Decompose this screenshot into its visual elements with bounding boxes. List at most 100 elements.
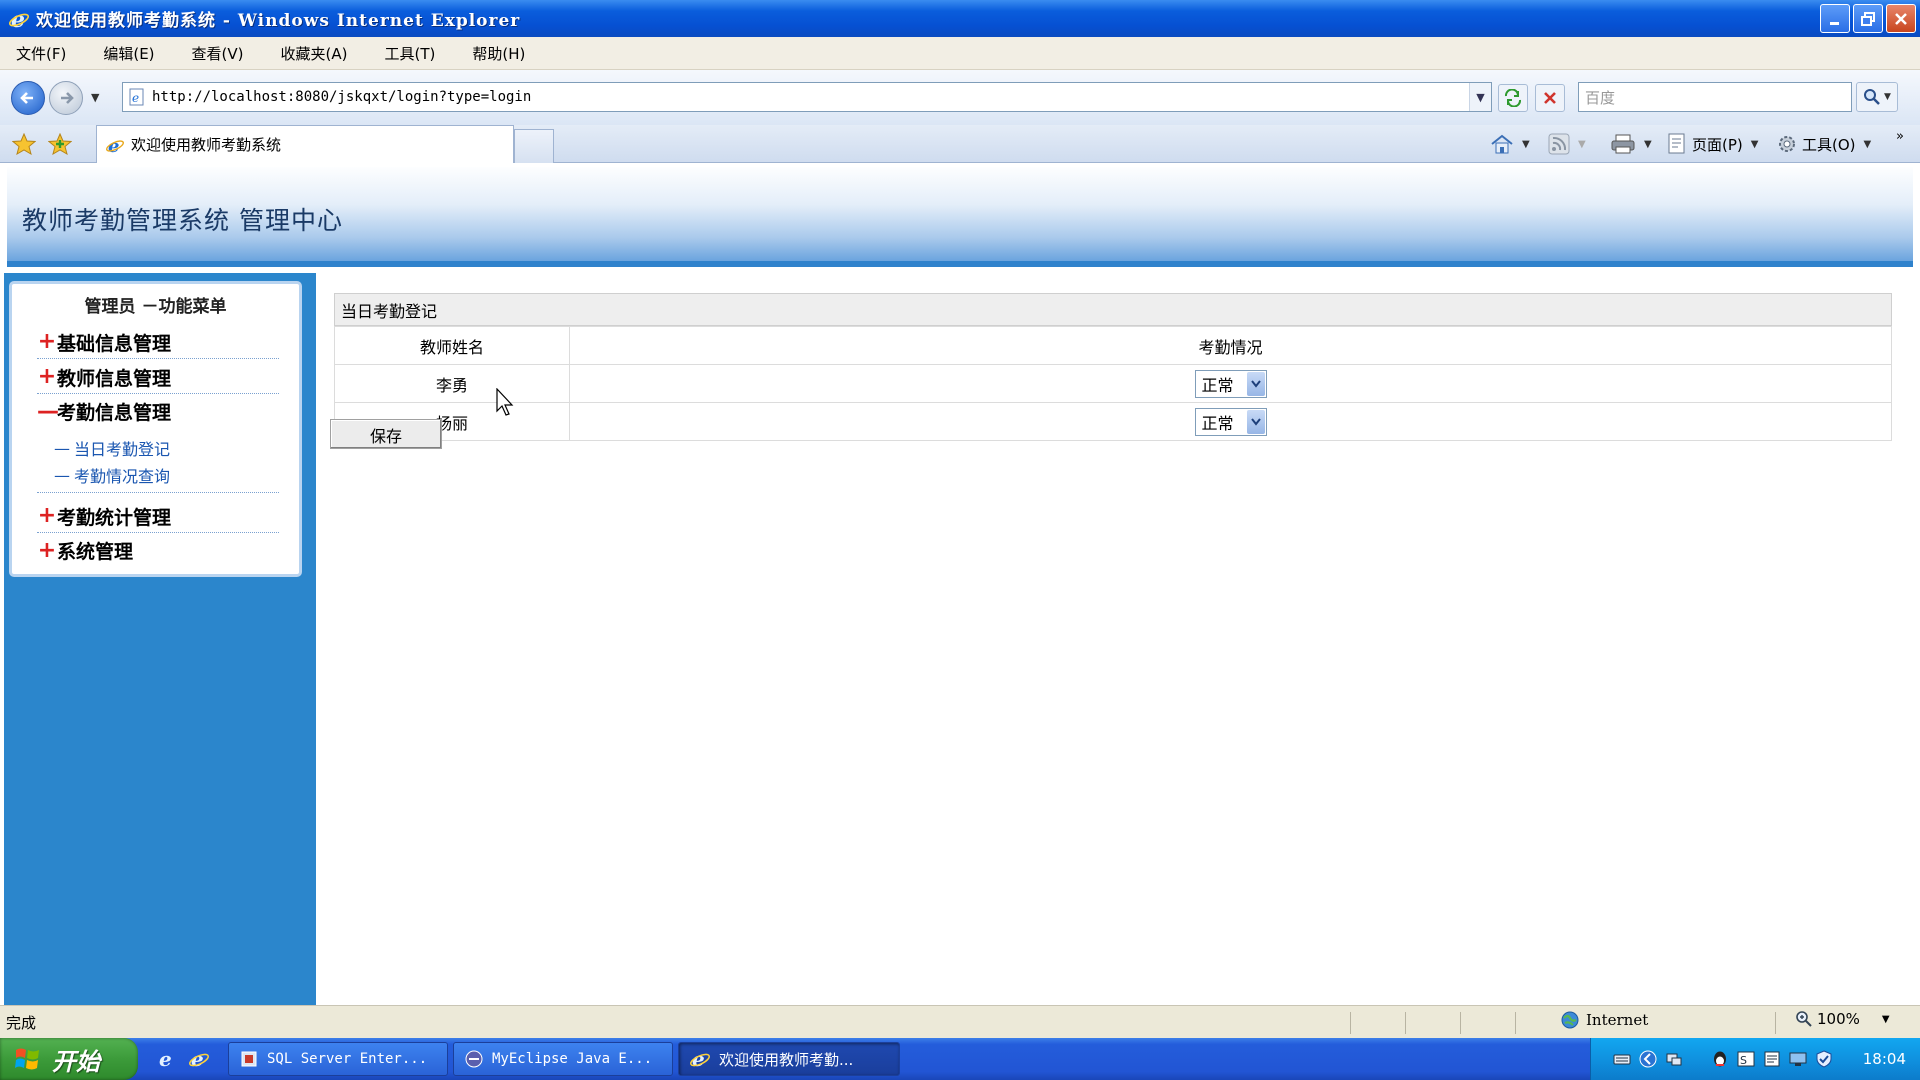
restore-icon xyxy=(1861,11,1875,26)
zone-label: Internet xyxy=(1586,1011,1649,1029)
menu-edit[interactable]: 编辑(E) xyxy=(97,41,160,66)
attendance-status-select[interactable]: 正常 xyxy=(1194,407,1267,436)
minimize-icon xyxy=(1830,21,1839,25)
select-value: 正常 xyxy=(1201,375,1234,395)
ie-page-icon: e xyxy=(106,136,124,155)
table-row: 杨丽 正常 xyxy=(334,402,1892,441)
tools-dropdown-icon[interactable]: ▼ xyxy=(1864,139,1872,150)
address-url[interactable]: http://localhost:8080/jskqxt/login?type=… xyxy=(152,89,531,105)
input-method-icon[interactable]: S xyxy=(1737,1050,1755,1068)
gear-icon xyxy=(1779,136,1795,152)
stop-button[interactable] xyxy=(1535,84,1565,112)
quicklaunch-ie-icon[interactable]: e xyxy=(156,1048,178,1070)
sub-item-dash: — xyxy=(54,465,70,485)
print-button[interactable]: ▼ xyxy=(1610,125,1652,163)
sub-item-dash: — xyxy=(54,438,70,458)
security-zone[interactable]: Internet xyxy=(1560,1010,1648,1030)
menu-file[interactable]: 文件(F) xyxy=(10,41,72,66)
search-dropdown-icon[interactable]: ▼ xyxy=(1884,92,1891,102)
window-titlebar[interactable]: e 欢迎使用教师考勤系统 - Windows Internet Explorer xyxy=(0,0,1920,37)
taskbar-item-ie-active[interactable]: e 欢迎使用教师考勤... xyxy=(678,1042,900,1076)
attendance-panel-title: 当日考勤登记 xyxy=(334,293,1892,326)
refresh-icon xyxy=(1505,89,1521,107)
restore-button[interactable] xyxy=(1853,4,1883,33)
expand-plus-icon: + xyxy=(37,537,57,563)
sidebar-item-daily-attendance[interactable]: — 当日考勤登记 xyxy=(54,436,170,460)
qq-penguin-icon[interactable] xyxy=(1711,1050,1729,1068)
page-menu-icon xyxy=(1668,133,1685,154)
globe-icon xyxy=(1561,1011,1579,1029)
feeds-button[interactable]: ▼ xyxy=(1548,125,1586,163)
menu-view[interactable]: 查看(V) xyxy=(186,41,250,66)
app-title: 教师考勤管理系统 管理中心 xyxy=(22,206,343,235)
quicklaunch-browser-icon[interactable]: e xyxy=(188,1048,210,1070)
menu-group-label: 系统管理 xyxy=(57,541,134,563)
start-label: 开始 xyxy=(52,1046,100,1076)
menu-tools[interactable]: 工具(T) xyxy=(378,41,441,66)
keyboard-icon[interactable] xyxy=(1613,1050,1631,1068)
address-bar[interactable]: e http://localhost:8080/jskqxt/login?typ… xyxy=(122,82,1492,112)
new-tab-button[interactable] xyxy=(514,129,554,163)
sub-item-label: 当日考勤登记 xyxy=(74,440,171,459)
menu-group-label: 考勤统计管理 xyxy=(57,506,172,529)
zoom-control[interactable]: 100% ▼ xyxy=(1795,1010,1890,1028)
network-icon[interactable] xyxy=(1665,1050,1683,1068)
page-dropdown-icon[interactable]: ▼ xyxy=(1751,139,1759,150)
column-header-teacher-name: 教师姓名 xyxy=(334,326,570,365)
menu-help[interactable]: 帮助(H) xyxy=(466,41,531,66)
attendance-status-select[interactable]: 正常 xyxy=(1194,369,1267,398)
search-button[interactable]: ▼ xyxy=(1856,82,1898,112)
zoom-icon xyxy=(1796,1011,1812,1027)
zoom-dropdown-icon[interactable]: ▼ xyxy=(1882,1014,1890,1025)
tray-chevron-icon[interactable] xyxy=(1639,1050,1657,1068)
page-menu-button[interactable]: 页面(P) ▼ xyxy=(1666,125,1758,163)
menu-favorites[interactable]: 收藏夹(A) xyxy=(275,41,354,66)
notepad-icon[interactable] xyxy=(1763,1050,1781,1068)
taskbar-item-sql-server[interactable]: SQL Server Enter... xyxy=(228,1042,448,1076)
minimize-button[interactable] xyxy=(1820,4,1850,33)
tab-active[interactable]: e 欢迎使用教师考勤系统 xyxy=(96,125,514,163)
add-favorite-icon[interactable] xyxy=(48,133,72,155)
refresh-button[interactable] xyxy=(1498,84,1528,112)
menu-group-attendance-stats[interactable]: + 考勤统计管理 xyxy=(37,500,279,533)
page-icon: e xyxy=(129,88,144,106)
chevron-down-icon[interactable] xyxy=(1246,371,1265,396)
printer-icon xyxy=(1611,134,1635,154)
sidebar-item-attendance-query[interactable]: — 考勤情况查询 xyxy=(54,463,170,487)
print-dropdown-icon[interactable]: ▼ xyxy=(1644,139,1652,150)
address-dropdown-icon[interactable]: ▼ xyxy=(1469,83,1491,111)
favorites-star-icon[interactable] xyxy=(12,133,36,155)
security-shield-icon[interactable] xyxy=(1815,1050,1833,1068)
expand-plus-icon: + xyxy=(37,364,57,389)
back-button[interactable] xyxy=(11,80,45,115)
start-button[interactable]: 开始 xyxy=(0,1038,138,1080)
home-icon xyxy=(1491,134,1513,154)
menu-group-attendance-info[interactable]: — 考勤信息管理 xyxy=(37,395,279,428)
chevron-more-icon[interactable]: » xyxy=(1896,117,1904,155)
taskbar-item-label: MyEclipse Java E... xyxy=(492,1051,653,1067)
tools-menu-button[interactable]: 工具(O) ▼ xyxy=(1776,125,1871,163)
tab-label: 欢迎使用教师考勤系统 xyxy=(131,136,282,154)
windows-logo-icon xyxy=(15,1048,39,1070)
menu-group-teacher-info[interactable]: + 教师信息管理 xyxy=(37,361,279,394)
forward-button[interactable] xyxy=(49,80,83,115)
chevron-down-icon[interactable] xyxy=(1246,409,1265,434)
taskbar-item-myeclipse[interactable]: MyEclipse Java E... xyxy=(453,1042,673,1076)
home-dropdown-icon[interactable]: ▼ xyxy=(1522,139,1530,150)
menu-group-system[interactable]: + 系统管理 xyxy=(37,534,279,567)
menu-group-label: 基础信息管理 xyxy=(57,332,172,355)
menu-divider xyxy=(37,492,279,493)
attendance-cell: 正常 xyxy=(569,364,1892,403)
taskbar-item-label: 欢迎使用教师考勤... xyxy=(719,1050,854,1069)
table-header-row: 教师姓名 考勤情况 xyxy=(334,326,1892,365)
display-icon[interactable] xyxy=(1789,1050,1807,1068)
feeds-dropdown-icon[interactable]: ▼ xyxy=(1578,139,1586,150)
search-icon xyxy=(1864,89,1880,105)
search-input[interactable]: 百度 xyxy=(1578,82,1852,112)
close-button[interactable] xyxy=(1886,4,1916,33)
save-button[interactable]: 保存 xyxy=(330,419,442,449)
menu-group-basic-info[interactable]: + 基础信息管理 xyxy=(37,326,279,359)
navigation-bar: ▼ e http://localhost:8080/jskqxt/login?t… xyxy=(0,70,1920,125)
history-dropdown-icon[interactable]: ▼ xyxy=(91,91,99,104)
home-button[interactable]: ▼ xyxy=(1490,125,1530,163)
